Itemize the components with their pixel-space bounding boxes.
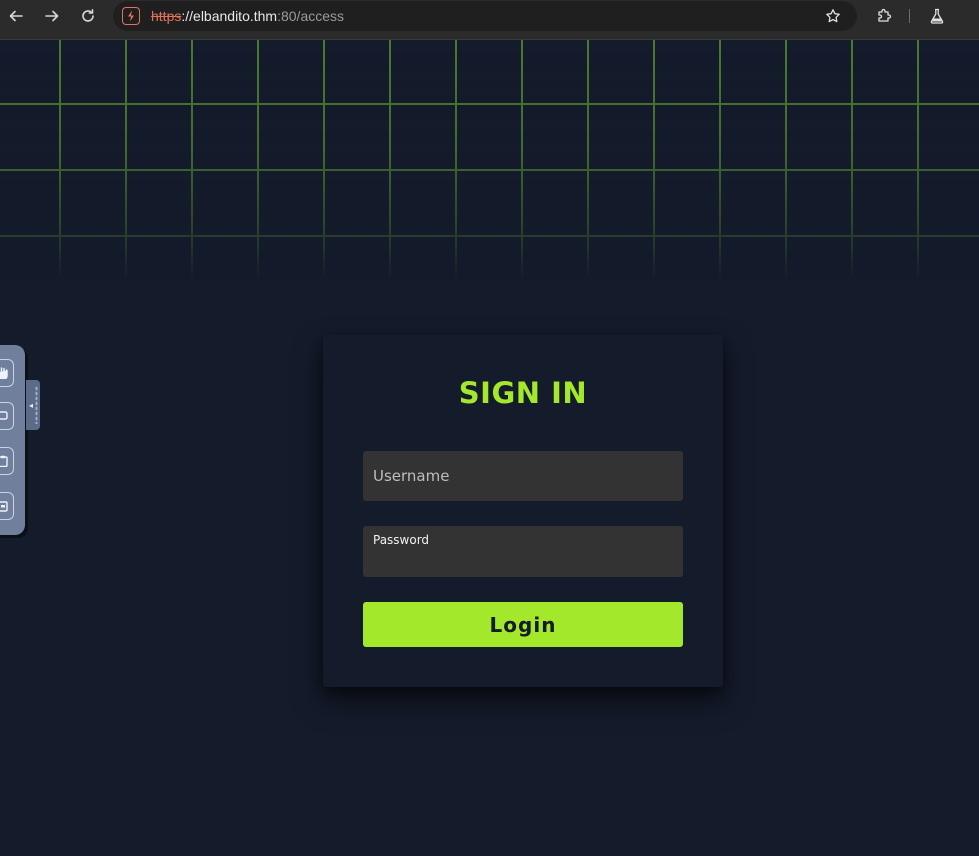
labs-flask-icon[interactable] [925, 4, 949, 28]
back-arrow-icon[interactable] [4, 4, 28, 28]
url-text[interactable]: https://elbandito.thm:80/access [151, 7, 344, 25]
extensions-puzzle-icon[interactable] [872, 4, 896, 28]
login-button[interactable]: Login [363, 602, 683, 647]
calendar-icon[interactable] [0, 492, 14, 520]
side-toolbar-panel [0, 345, 25, 535]
collapse-arrow-icon: ◂ [28, 400, 33, 410]
forward-arrow-icon[interactable] [40, 4, 64, 28]
bookmark-star-icon[interactable] [821, 4, 845, 28]
drag-grip-icon [35, 386, 38, 424]
login-card: SIGN IN Password Login [323, 335, 723, 687]
url-host: ://elbandito.thm [181, 8, 278, 24]
toolbar-separator [909, 9, 910, 23]
password-input[interactable] [363, 548, 683, 576]
address-bar[interactable]: https://elbandito.thm:80/access [113, 1, 857, 31]
insecure-site-icon[interactable] [122, 7, 140, 25]
url-scheme: https [151, 8, 182, 24]
password-label: Password [373, 533, 430, 547]
password-field[interactable]: Password [363, 526, 683, 577]
side-panel-collapse-handle[interactable]: ◂ [26, 380, 40, 430]
clipboard-icon[interactable] [0, 447, 14, 475]
url-path: :80/access [277, 8, 345, 24]
background-grid [0, 40, 979, 280]
sign-in-title: SIGN IN [458, 376, 588, 410]
browser-toolbar: https://elbandito.thm:80/access [0, 0, 979, 40]
username-input[interactable] [363, 451, 683, 501]
reload-icon[interactable] [76, 4, 100, 28]
screen-icon[interactable] [0, 402, 14, 430]
hand-icon[interactable] [0, 359, 14, 387]
